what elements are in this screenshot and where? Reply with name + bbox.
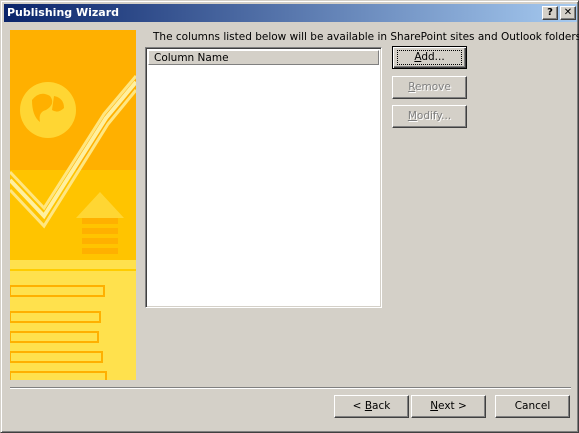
help-icon: ? [547, 7, 553, 18]
footer-separator [10, 387, 571, 389]
column-list[interactable]: Column Name [145, 47, 382, 308]
dialog-window: Publishing Wizard ? ✕ The columns listed… [0, 0, 579, 433]
modify-button[interactable]: Modify... [392, 105, 467, 128]
back-button-label: < Back [352, 400, 391, 412]
close-button[interactable]: ✕ [560, 6, 576, 20]
cancel-button-label: Cancel [514, 400, 551, 412]
wizard-banner-image [10, 30, 136, 380]
window-title: Publishing Wizard [7, 6, 120, 19]
back-button[interactable]: < Back [334, 395, 409, 418]
cancel-button[interactable]: Cancel [495, 395, 570, 418]
modify-button-label: Modify... [407, 110, 452, 122]
next-button[interactable]: Next > [411, 395, 486, 418]
title-bar[interactable]: Publishing Wizard ? ✕ [4, 4, 577, 22]
remove-button-label: Remove [408, 81, 451, 93]
close-icon: ✕ [563, 7, 573, 18]
column-name-header[interactable]: Column Name [148, 50, 379, 65]
next-button-label: Next > [430, 400, 467, 412]
remove-button[interactable]: Remove [392, 76, 467, 99]
add-button[interactable]: Add... [392, 46, 467, 69]
help-button[interactable]: ? [542, 6, 558, 20]
instructions-text: The columns listed below will be availab… [153, 31, 579, 43]
add-button-label: Add... [414, 51, 445, 63]
column-name-header-label: Column Name [154, 52, 229, 64]
